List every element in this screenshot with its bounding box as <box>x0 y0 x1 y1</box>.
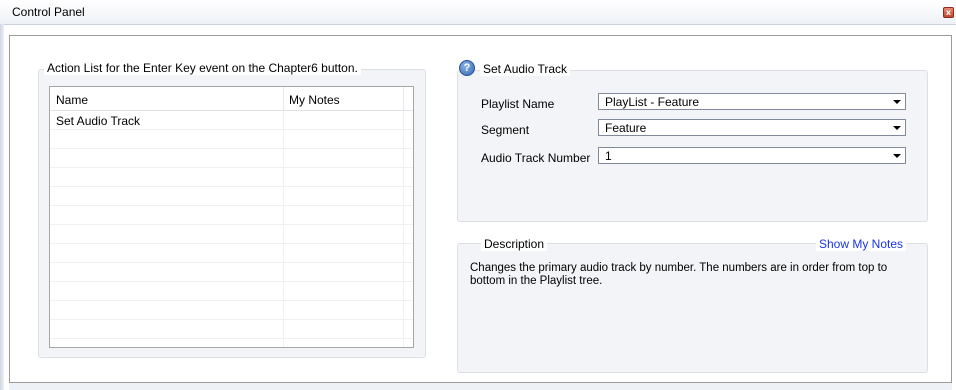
column-divider[interactable] <box>403 87 404 110</box>
title-bar: Control Panel x <box>0 0 956 25</box>
list-rows: Set Audio Track <box>50 111 413 347</box>
show-my-notes-link[interactable]: Show My Notes <box>816 237 907 251</box>
action-list-view[interactable]: Name My Notes Set Audio Track <box>49 86 414 348</box>
list-item-name: Set Audio Track <box>56 114 141 128</box>
list-header: Name My Notes <box>50 87 413 111</box>
list-row-empty <box>50 244 413 263</box>
list-row-empty <box>50 282 413 301</box>
list-row-empty <box>50 206 413 225</box>
help-icon[interactable]: ? <box>459 60 475 76</box>
chevron-down-icon <box>893 100 901 104</box>
list-item[interactable]: Set Audio Track <box>50 111 413 130</box>
list-row-empty <box>50 320 413 339</box>
segment-label: Segment <box>481 123 530 137</box>
list-row-empty <box>50 130 413 149</box>
window-title: Control Panel <box>12 5 85 19</box>
list-row-empty <box>50 263 413 282</box>
description-text: Changes the primary audio track by numbe… <box>470 262 888 287</box>
column-header-my-notes[interactable]: My Notes <box>289 93 340 107</box>
list-row-empty <box>50 339 413 347</box>
audio-track-number-label: Audio Track Number <box>481 151 591 165</box>
list-row-empty <box>50 168 413 187</box>
list-row-empty <box>50 301 413 320</box>
action-list-title: Action List for the Enter Key event on t… <box>44 61 361 75</box>
help-glyph: ? <box>463 62 471 74</box>
window-left-edge <box>0 24 4 390</box>
playlist-name-label: Playlist Name <box>481 97 555 111</box>
close-button[interactable]: x <box>943 7 954 18</box>
list-row-empty <box>50 225 413 244</box>
playlist-name-value: PlayList - Feature <box>605 95 700 109</box>
audio-track-number-dropdown[interactable]: 1 <box>598 147 906 164</box>
segment-dropdown[interactable]: Feature <box>598 119 906 136</box>
chevron-down-icon <box>893 126 901 130</box>
column-header-name[interactable]: Name <box>56 93 88 107</box>
chevron-down-icon <box>893 154 901 158</box>
playlist-name-dropdown[interactable]: PlayList - Feature <box>598 93 906 110</box>
window-bottom-edge <box>9 383 952 390</box>
description-title: Description <box>481 237 548 251</box>
segment-value: Feature <box>605 121 647 135</box>
list-row-empty <box>50 187 413 206</box>
column-divider[interactable] <box>283 87 284 110</box>
set-audio-track-title: Set Audio Track <box>480 62 571 76</box>
audio-track-number-value: 1 <box>605 149 612 163</box>
list-row-empty <box>50 149 413 168</box>
close-icon: x <box>945 8 952 17</box>
